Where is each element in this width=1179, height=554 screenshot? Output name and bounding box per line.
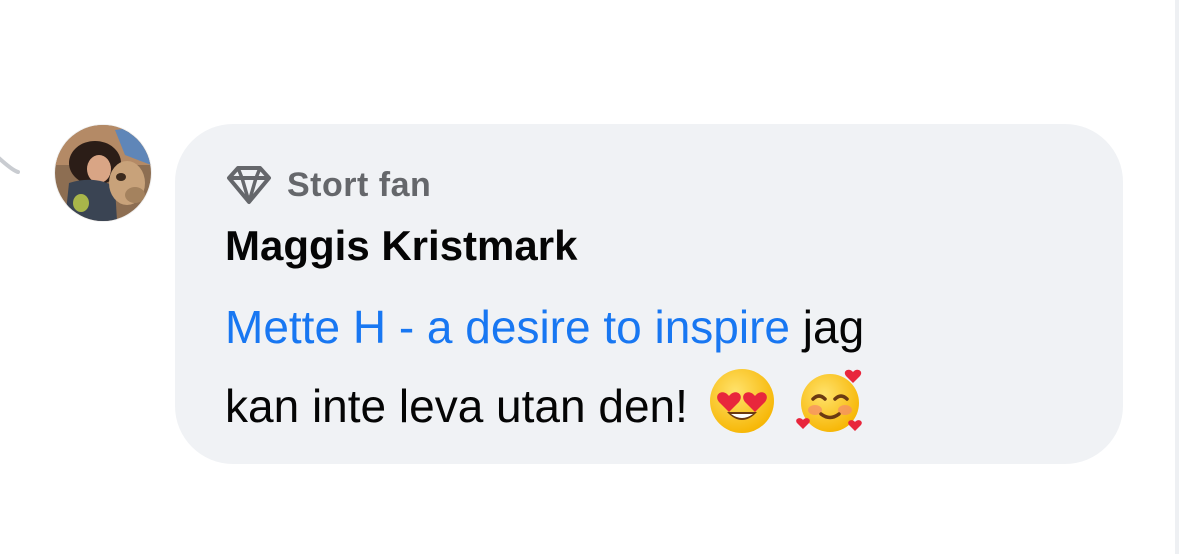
scrollbar-track[interactable]: [1175, 0, 1179, 554]
comment-text-line-1: jag: [790, 301, 865, 353]
top-fan-badge[interactable]: Stort fan: [225, 162, 431, 208]
avatar[interactable]: [55, 125, 151, 221]
comment-bubble: Stort fan Maggis Kristmark Mette H - a d…: [175, 124, 1123, 464]
badge-label: Stort fan: [287, 165, 432, 204]
heart-eyes-emoji: [709, 369, 774, 433]
comment-text: Mette H - a desire to inspire jag kan in…: [225, 288, 1085, 445]
comment-text-line-2: kan inte leva utan den!: [225, 380, 688, 432]
comment-author-name[interactable]: Maggis Kristmark: [225, 222, 577, 270]
thread-connector-line: [0, 156, 20, 174]
mention-link[interactable]: Mette H - a desire to inspire: [225, 301, 790, 353]
smiling-face-with-hearts-emoji: [796, 369, 863, 432]
diamond-icon: [227, 166, 271, 204]
